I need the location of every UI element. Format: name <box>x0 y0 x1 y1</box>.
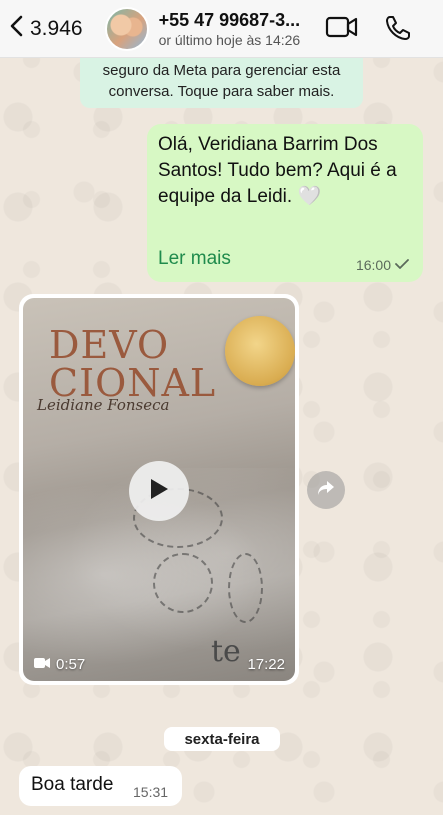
video-call-icon[interactable] <box>325 14 359 45</box>
video-thumbnail[interactable]: DEVO CIONAL Leidiane Fonseca te 0:57 17:… <box>23 298 295 681</box>
notice-line-1: seguro da Meta para gerenciar esta <box>102 62 341 79</box>
overlay-text: te <box>211 634 241 669</box>
book-title: DEVO CIONAL <box>49 326 216 402</box>
back-button[interactable]: 3.946 <box>8 14 83 43</box>
outgoing-message-time: 16:00 <box>355 257 391 273</box>
play-button[interactable] <box>129 461 189 521</box>
contact-avatar[interactable] <box>104 6 149 51</box>
video-duration-badge: 0:57 <box>33 656 85 673</box>
play-icon <box>148 477 170 506</box>
read-more-link[interactable]: Ler mais <box>158 248 231 270</box>
contact-name: +55 47 99687-3... <box>158 9 301 30</box>
encryption-notice[interactable]: seguro da Meta para gerenciar esta conve… <box>80 58 363 108</box>
book-title-line-1: DEVO <box>49 323 170 367</box>
chevron-left-icon <box>8 14 26 43</box>
video-message-time: 17:22 <box>247 656 285 673</box>
outgoing-message-text: Olá, Veridiana Barrim Dos Santos! Tudo b… <box>158 134 397 207</box>
incoming-message-text: Boa tarde <box>31 774 114 795</box>
date-separator: sexta-feira <box>164 727 280 751</box>
outgoing-message[interactable]: Olá, Veridiana Barrim Dos Santos! Tudo b… <box>147 124 423 282</box>
dashed-loop <box>228 553 263 623</box>
contact-info[interactable]: +55 47 99687-3... or último hoje às 14:2… <box>159 10 309 48</box>
message-meta: 16:00 <box>356 257 409 273</box>
video-message[interactable]: DEVO CIONAL Leidiane Fonseca te 0:57 17:… <box>19 294 299 685</box>
forward-button[interactable] <box>307 471 345 509</box>
video-camera-icon <box>33 656 51 673</box>
book-author: Leidiane Fonseca <box>37 396 170 414</box>
unread-count: 3.946 <box>30 16 83 40</box>
single-check-icon <box>395 257 409 273</box>
wax-seal <box>225 316 295 386</box>
incoming-message[interactable]: Boa tarde 15:31 <box>19 766 182 806</box>
chat-header: 3.946 +55 47 99687-3... or último hoje à… <box>0 0 443 58</box>
video-duration: 0:57 <box>56 656 86 673</box>
contact-last-seen: or último hoje às 14:26 <box>158 31 301 48</box>
incoming-message-time: 15:31 <box>133 784 169 800</box>
phone-call-icon[interactable] <box>384 14 412 47</box>
notice-line-2: conversa. Toque para saber mais. <box>108 83 335 100</box>
forward-icon <box>317 480 335 501</box>
dashed-loop <box>153 553 213 613</box>
